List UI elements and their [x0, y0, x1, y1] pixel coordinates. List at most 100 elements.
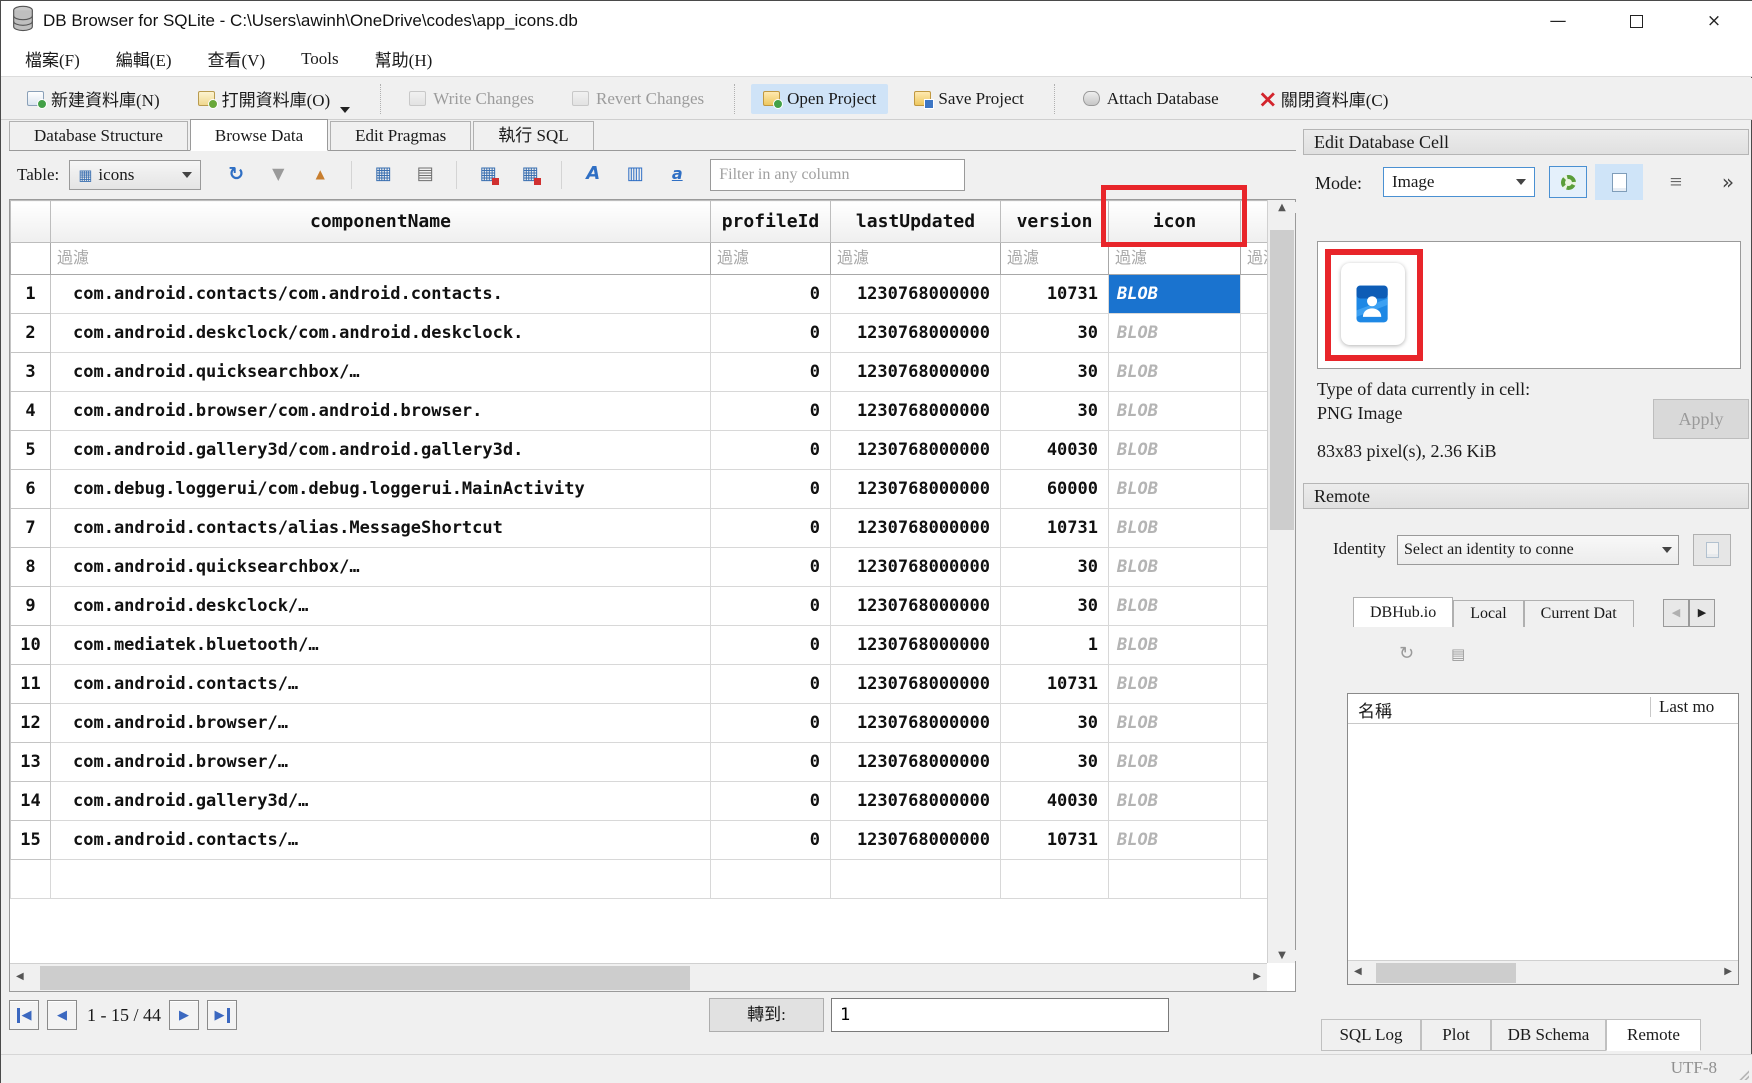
cell-ic[interactable] — [1241, 821, 1268, 860]
cell-componentName[interactable]: com.android.contacts/alias.MessageShortc… — [51, 509, 711, 548]
cell-profileId[interactable]: 0 — [711, 509, 831, 548]
menu-file[interactable]: 檔案(F) — [11, 42, 94, 75]
remote-tab-dbhub-io[interactable]: DBHub.io — [1353, 597, 1453, 627]
column-header-profileId[interactable]: profileId — [711, 201, 831, 243]
remote-scrollbar-thumb[interactable] — [1376, 963, 1516, 983]
cell-componentName[interactable]: com.android.deskclock/… — [51, 587, 711, 626]
menu-view[interactable]: 查看(V) — [194, 42, 280, 75]
cell-icon[interactable]: BLOB — [1109, 353, 1241, 392]
maximize-button[interactable] — [1597, 1, 1675, 41]
cell-componentName[interactable]: com.android.contacts/… — [51, 665, 711, 704]
cell-lastUpdated[interactable]: 1230768000000 — [831, 587, 1001, 626]
attach-database-button[interactable]: Attach Database — [1071, 84, 1231, 114]
filter-input-profileId[interactable] — [711, 243, 830, 274]
remote-tab-current-dat[interactable]: Current Dat — [1524, 600, 1634, 627]
filter-input-componentName[interactable] — [51, 243, 710, 274]
filter-input-version[interactable] — [1001, 243, 1108, 274]
tab-database-structure[interactable]: Database Structure — [9, 121, 188, 150]
cell-componentName[interactable]: com.android.contacts/… — [51, 821, 711, 860]
cell-profileId[interactable]: 0 — [711, 470, 831, 509]
row-number[interactable]: 10 — [11, 626, 51, 665]
cell-version[interactable]: 40030 — [1001, 431, 1109, 470]
print-icon[interactable]: ▤ — [413, 162, 437, 188]
cell-icon[interactable]: BLOB — [1109, 821, 1241, 860]
cell-componentName[interactable]: com.android.quicksearchbox/… — [51, 548, 711, 587]
previous-record-button[interactable]: ◀ — [47, 1000, 77, 1030]
save-as-icon[interactable]: ▥ — [623, 162, 647, 188]
cell-profileId[interactable]: 0 — [711, 665, 831, 704]
cell-icon[interactable]: BLOB — [1109, 626, 1241, 665]
cell-icon[interactable]: BLOB — [1109, 665, 1241, 704]
cell-lastUpdated[interactable]: 1230768000000 — [831, 548, 1001, 587]
cell-lastUpdated[interactable]: 1230768000000 — [831, 782, 1001, 821]
filter-icon[interactable]: ▼ — [266, 162, 290, 188]
cell-version[interactable]: 30 — [1001, 587, 1109, 626]
filter-any-column-input[interactable] — [710, 159, 965, 191]
cell-version[interactable]: 30 — [1001, 314, 1109, 353]
tab-scroll-right-button[interactable]: ▶ — [1689, 599, 1715, 627]
cell-profileId[interactable]: 0 — [711, 548, 831, 587]
cell-version[interactable]: 1 — [1001, 626, 1109, 665]
cell-componentName[interactable]: com.android.contacts/com.android.contact… — [51, 275, 711, 314]
scroll-left-icon[interactable]: ◀ — [1354, 966, 1362, 977]
cell-version[interactable]: 30 — [1001, 704, 1109, 743]
tab-scroll-left-button[interactable]: ◀ — [1663, 599, 1689, 627]
vertical-scrollbar-thumb[interactable] — [1270, 230, 1294, 530]
close-button[interactable]: × — [1675, 1, 1752, 41]
horizontal-scrollbar-thumb[interactable] — [40, 966, 690, 990]
cell-icon[interactable]: BLOB — [1109, 392, 1241, 431]
cell-componentName[interactable]: com.android.quicksearchbox/… — [51, 353, 711, 392]
goto-button[interactable]: 轉到: — [709, 998, 824, 1032]
remote-list-scrollbar[interactable]: ◀ ▶ — [1348, 960, 1738, 984]
cell-icon[interactable]: BLOB — [1109, 275, 1241, 314]
cell-componentName[interactable]: com.debug.loggerui/com.debug.loggerui.Ma… — [51, 470, 711, 509]
cell-lastUpdated[interactable]: 1230768000000 — [831, 626, 1001, 665]
scroll-right-icon[interactable]: ▶ — [1253, 971, 1261, 982]
scroll-down-icon[interactable]: ▼ — [1268, 950, 1296, 961]
remote-tab-local[interactable]: Local — [1453, 600, 1523, 627]
cell-icon[interactable]: BLOB — [1109, 782, 1241, 821]
last-modified-column-header[interactable]: Last mo — [1650, 697, 1740, 717]
cell-profileId[interactable]: 0 — [711, 626, 831, 665]
tab-edit-pragmas[interactable]: Edit Pragmas — [330, 121, 471, 150]
cell-profileId[interactable]: 0 — [711, 704, 831, 743]
cell-icon[interactable]: BLOB — [1109, 431, 1241, 470]
clone-database-button[interactable] — [1693, 534, 1731, 566]
save-table-icon[interactable]: ▦ — [371, 162, 395, 188]
cell-lastUpdated[interactable]: 1230768000000 — [831, 470, 1001, 509]
scroll-up-icon[interactable]: ▲ — [1268, 202, 1296, 213]
import-data-button[interactable] — [1549, 166, 1587, 198]
row-number[interactable]: 8 — [11, 548, 51, 587]
cell-icon[interactable]: BLOB — [1109, 314, 1241, 353]
cell-icon[interactable]: BLOB — [1109, 704, 1241, 743]
refresh-icon[interactable]: ↻ — [224, 162, 248, 188]
revert-changes-button[interactable]: Revert Changes — [560, 84, 716, 114]
scroll-right-icon[interactable]: ▶ — [1724, 966, 1732, 977]
cell-ic[interactable] — [1241, 782, 1268, 821]
dock-tab-db-schema[interactable]: DB Schema — [1491, 1019, 1606, 1051]
horizontal-scrollbar[interactable]: ◀ ▶ — [10, 963, 1267, 991]
dropdown-caret-icon[interactable] — [340, 107, 350, 113]
cell-ic[interactable] — [1241, 626, 1268, 665]
cell-version[interactable]: 30 — [1001, 548, 1109, 587]
save-project-button[interactable]: Save Project — [902, 84, 1035, 114]
cell-profileId[interactable]: 0 — [711, 782, 831, 821]
last-record-button[interactable]: ▶ — [207, 1000, 237, 1030]
dock-tab-sql-log[interactable]: SQL Log — [1321, 1019, 1421, 1051]
cell-componentName[interactable]: com.android.gallery3d/… — [51, 782, 711, 821]
cell-componentName[interactable]: com.android.browser/… — [51, 704, 711, 743]
remote-refresh-icon[interactable]: ↻ — [1399, 643, 1414, 664]
resize-grip[interactable] — [1737, 1068, 1749, 1080]
cell-profileId[interactable]: 0 — [711, 587, 831, 626]
filter-input-lastUpdated[interactable] — [831, 243, 1000, 274]
cell-profileId[interactable]: 0 — [711, 821, 831, 860]
vertical-scrollbar[interactable]: ▲ ▼ — [1267, 200, 1295, 963]
column-header-lastUpdated[interactable]: lastUpdated — [831, 201, 1001, 243]
first-record-button[interactable]: ◀ — [9, 1000, 39, 1030]
cell-componentName[interactable]: com.android.browser/com.android.browser. — [51, 392, 711, 431]
cell-componentName[interactable]: com.android.gallery3d/com.android.galler… — [51, 431, 711, 470]
cell-icon[interactable]: BLOB — [1109, 470, 1241, 509]
cell-icon[interactable]: BLOB — [1109, 509, 1241, 548]
cell-version[interactable]: 30 — [1001, 353, 1109, 392]
remote-database-icon[interactable]: ▤ — [1451, 645, 1465, 663]
